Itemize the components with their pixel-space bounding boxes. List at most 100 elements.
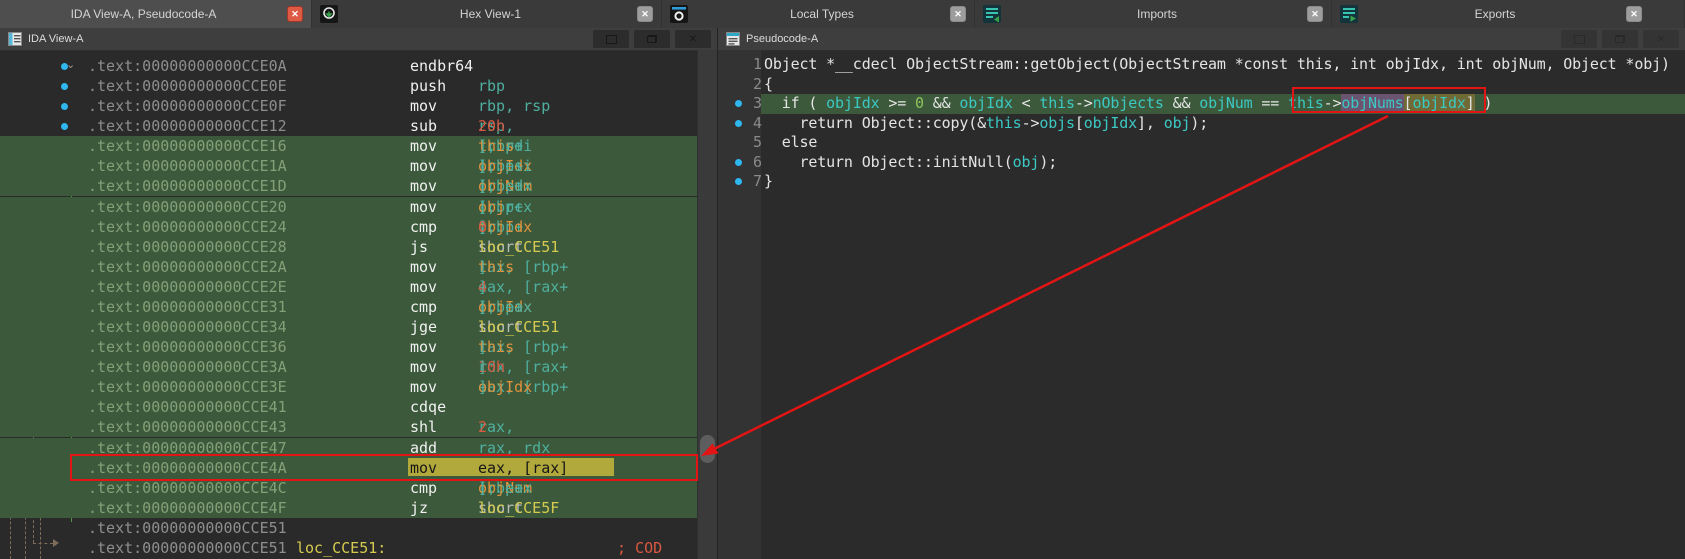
asm-row[interactable]: .text:00000000000CCE31cmp[rbp+objIdx], e… <box>0 297 697 317</box>
asm-address: .text:00000000000CCE47 <box>88 438 287 458</box>
maximize-button[interactable] <box>1561 30 1597 48</box>
ida-view-a-window: IDA View-A ✕ ⌄ .text:00000000000CCE0Aend <box>0 28 717 559</box>
tab-label: IDA View-A, Pseudocode-A <box>0 7 287 21</box>
close-icon: ✕ <box>1657 34 1665 45</box>
line-number: 1 <box>744 55 762 75</box>
asm-mnemonic: mov <box>410 96 437 116</box>
close-icon[interactable]: ✕ <box>1307 6 1323 22</box>
ida-pro-window: IDA View-A, Pseudocode-A✕Hex View-1✕Loca… <box>0 0 1685 559</box>
close-icon[interactable]: ✕ <box>287 6 303 22</box>
asm-address: .text:00000000000CCE51 <box>88 518 287 538</box>
asm-mnemonic: mov <box>410 176 437 196</box>
asm-address: .text:00000000000CCE28 <box>88 237 287 257</box>
restore-icon <box>647 35 657 43</box>
pseudocode-view-icon <box>726 32 740 46</box>
tab-exports[interactable]: Exports✕ <box>1332 0 1685 28</box>
disassembly-view-icon <box>8 32 22 46</box>
asm-row[interactable]: .text:00000000000CCE4Amoveax, [rax] <box>0 458 697 478</box>
pseudocode-window: Pseudocode-A ✕ 1Object *__cdecl ObjectSt… <box>717 28 1685 559</box>
pseudocode-line[interactable]: 1Object *__cdecl ObjectStream::getObject… <box>718 55 1685 75</box>
asm-row[interactable]: .text:00000000000CCE1Dmov[rbp+objNum], e… <box>0 176 697 196</box>
asm-row[interactable]: .text:00000000000CCE0A endbr64 <box>0 56 697 76</box>
asm-address: .text:00000000000CCE1A <box>88 156 287 176</box>
asm-row[interactable]: .text:00000000000CCE2Emoveax, [rax+4] <box>0 277 697 297</box>
close-icon[interactable]: ✕ <box>637 6 653 22</box>
tab-local-types[interactable]: Local Types✕ <box>662 0 975 28</box>
tab-imports[interactable]: Imports✕ <box>975 0 1332 28</box>
pseudocode-line[interactable]: 5 else <box>718 133 1685 153</box>
asm-mnemonic: add <box>410 438 437 458</box>
local-types-icon <box>670 5 688 23</box>
asm-mnemonic: jge <box>410 317 437 337</box>
asm-address: .text:00000000000CCE12 <box>88 116 287 136</box>
pseudocode-line[interactable]: 6 return Object::initNull(obj); <box>718 153 1685 173</box>
asm-row[interactable]: .text:00000000000CCE43shlrax, 2 <box>0 417 697 437</box>
pseudocode-line[interactable]: 2{ <box>718 75 1685 95</box>
close-icon: ✕ <box>689 34 697 45</box>
restore-button[interactable] <box>1602 30 1638 48</box>
asm-row[interactable]: .text:00000000000CCE28jsshort loc_CCE51 <box>0 237 697 257</box>
close-icon[interactable]: ✕ <box>1626 6 1642 22</box>
asm-row[interactable]: .text:00000000000CCE3Emoveax, [rbp+objId… <box>0 377 697 397</box>
pseudocode-text: Object *__cdecl ObjectStream::getObject(… <box>764 55 1670 75</box>
asm-mnemonic: mov <box>410 337 437 357</box>
asm-row[interactable]: .text:00000000000CCE47addrax, rdx <box>0 438 697 458</box>
asm-address: .text:00000000000CCE2A <box>88 257 287 277</box>
gutter-dot-icon <box>735 178 742 185</box>
tab-hex-view-1[interactable]: Hex View-1✕ <box>312 0 662 28</box>
vertical-scrollbar[interactable] <box>697 50 717 559</box>
asm-row[interactable]: .text:00000000000CCE36movrax, [rbp+this] <box>0 337 697 357</box>
asm-row[interactable]: .text:00000000000CCE34jgeshort loc_CCE51 <box>0 317 697 337</box>
pseudocode-text: return Object::copy(&this->objs[objIdx],… <box>764 114 1208 134</box>
gutter-dot-icon <box>735 120 742 127</box>
asm-address: .text:00000000000CCE0A <box>88 56 287 76</box>
close-button[interactable]: ✕ <box>1643 30 1679 48</box>
close-icon[interactable]: ✕ <box>950 6 966 22</box>
asm-row[interactable]: .text:00000000000CCE16mov[rbp+this], rdi <box>0 136 697 156</box>
asm-address: .text:00000000000CCE3E <box>88 377 287 397</box>
tab-label: Local Types <box>694 7 950 21</box>
disassembly-content: ⌄ .text:00000000000CCE0Aendbr64.text:000… <box>0 50 717 559</box>
asm-address: .text:00000000000CCE43 <box>88 417 287 437</box>
tab-label: Imports <box>1007 7 1307 21</box>
asm-mnemonic: cmp <box>410 217 437 237</box>
asm-row[interactable]: .text:00000000000CCE1Amov[rbp+objIdx], e… <box>0 156 697 176</box>
asm-row[interactable]: .text:00000000000CCE12subrsp, 20h <box>0 116 697 136</box>
asm-row[interactable]: .text:00000000000CCE24cmp[rbp+objIdx], 0 <box>0 217 697 237</box>
exports-icon <box>1340 5 1358 23</box>
asm-row[interactable]: .text:00000000000CCE20mov[rbp+obj], rcx <box>0 197 697 217</box>
asm-mnemonic: mov <box>410 277 437 297</box>
asm-row[interactable]: .text:00000000000CCE51 <box>0 518 697 538</box>
asm-mnemonic: mov <box>410 197 437 217</box>
pseudocode-text: if ( objIdx >= 0 && objIdx < this->nObje… <box>764 94 1492 114</box>
asm-address: .text:00000000000CCE34 <box>88 317 287 337</box>
asm-address: .text:00000000000CCE24 <box>88 217 287 237</box>
pseudocode-line[interactable]: 4 return Object::copy(&this->objs[objIdx… <box>718 114 1685 134</box>
gutter-dot-icon <box>735 100 742 107</box>
asm-mnemonic: endbr64 <box>410 56 473 76</box>
asm-row[interactable]: .text:00000000000CCE0Fmovrbp, rsp <box>0 96 697 116</box>
asm-row[interactable]: .text:00000000000CCE2Amovrax, [rbp+this] <box>0 257 697 277</box>
pseudocode-line[interactable]: 7} <box>718 172 1685 192</box>
scrollbar-thumb[interactable] <box>700 435 715 463</box>
restore-button[interactable] <box>634 30 670 48</box>
asm-row[interactable]: .text:00000000000CCE0Epushrbp <box>0 76 697 96</box>
asm-address: .text:00000000000CCE51 <box>88 538 287 558</box>
asm-row[interactable]: .text:00000000000CCE4Fjzshort loc_CCE5F <box>0 498 697 518</box>
line-number: 7 <box>744 172 762 192</box>
line-number: 2 <box>744 75 762 95</box>
pseudocode-text: else <box>764 133 817 153</box>
pseudocode-titlebar: Pseudocode-A ✕ <box>718 28 1685 51</box>
asm-mnemonic: js <box>410 237 428 257</box>
asm-row[interactable]: .text:00000000000CCE3Amovrdx, [rax+10h] <box>0 357 697 377</box>
asm-row[interactable]: .text:00000000000CCE41cdqe <box>0 397 697 417</box>
maximize-button[interactable] <box>593 30 629 48</box>
restore-icon <box>1615 35 1625 43</box>
tab-bar: IDA View-A, Pseudocode-A✕Hex View-1✕Loca… <box>0 0 1685 29</box>
tab-ida-view-a-pseudocode-a[interactable]: IDA View-A, Pseudocode-A✕ <box>0 0 312 28</box>
asm-mnemonic: mov <box>410 257 437 277</box>
pseudocode-line[interactable]: 3 if ( objIdx >= 0 && objIdx < this->nOb… <box>718 94 1685 114</box>
close-button[interactable]: ✕ <box>675 30 711 48</box>
asm-row[interactable]: .text:00000000000CCE51loc_CCE51:; COD <box>0 538 697 558</box>
asm-row[interactable]: .text:00000000000CCE4Ccmp[rbp+objNum], e… <box>0 478 697 498</box>
